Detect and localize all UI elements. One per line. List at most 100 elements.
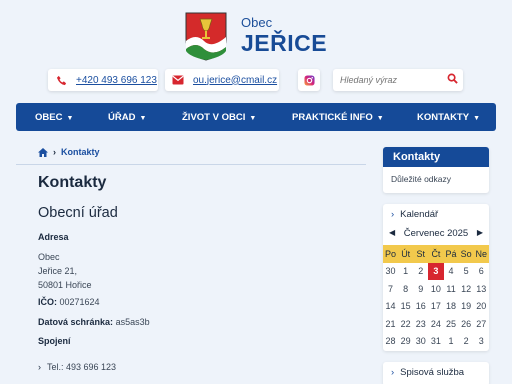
weekday: Ne [473,245,489,263]
chevron-right-icon: › [391,209,395,220]
crest-logo [185,12,227,61]
ico-row: IČO: 00271624 [38,297,100,307]
tel-text: Tel.: 493 696 123 [47,362,117,372]
calendar-day[interactable]: 22 [398,315,413,333]
calendar-day[interactable]: 19 [459,298,474,316]
nav-item-label: OBEC [35,111,63,123]
chevron-down-icon: ▼ [139,114,147,122]
calendar-day[interactable]: 1 [444,333,459,351]
weekday: St [413,245,429,263]
week-row: 14 15 16 17 18 19 20 [383,298,489,316]
calendar-day-today[interactable]: 3 [428,262,444,280]
calendar-day[interactable]: 15 [398,298,413,316]
connection-label: Spojení [38,336,71,346]
phone-contact: +420 493 696 123 [48,69,158,91]
calendar-day[interactable]: 30 [413,333,428,351]
email-contact: ou.jerice@cmail.cz [165,69,279,91]
calendar-day[interactable]: 28 [383,333,398,351]
calendar-day[interactable]: 13 [474,280,489,298]
chevron-down-icon: ▼ [249,114,257,122]
calendar-day[interactable]: 17 [428,298,443,316]
calendar-day[interactable]: 11 [444,280,459,298]
chevron-right-icon: › [38,362,41,372]
calendar-day[interactable]: 3 [474,333,489,351]
calendar-day[interactable]: 8 [398,280,413,298]
calendar-day[interactable]: 30 [383,263,398,281]
sidebar-contacts-title[interactable]: Kontakty [383,147,489,167]
calendar-day[interactable]: 29 [398,333,413,351]
sidebar-contacts-card: Kontakty Důležité odkazy [383,147,489,193]
phone-link[interactable]: +420 493 696 123 [76,75,157,86]
calendar-day[interactable]: 14 [383,298,398,316]
calendar-day[interactable]: 12 [459,280,474,298]
calendar-day[interactable]: 16 [413,298,428,316]
calendar-month-bar: ◀ Červenec 2025 ▶ [383,228,489,239]
tel-item[interactable]: › Tel.: 493 696 123 [38,362,116,372]
nav-item-label: ŽIVOT V OBCI [182,111,246,123]
site-brand[interactable]: Obec JEŘICE [184,10,327,62]
prev-month-icon[interactable]: ◀ [389,228,395,237]
weekday-row: Po Út St Čt Pá So Ne [383,245,489,263]
home-icon[interactable] [38,147,48,157]
spis-sluzba-card[interactable]: › Spisová služba [383,362,489,384]
weekday: So [458,245,474,263]
calendar-day[interactable]: 5 [459,263,474,281]
address-line-1: Obec [38,252,60,262]
week-row: 30 1 2 3 4 5 6 [383,262,489,281]
calendar-day[interactable]: 7 [383,280,398,298]
week-row: 28 29 30 31 1 2 3 [383,333,489,351]
calendar-day[interactable]: 1 [398,263,413,281]
calendar-day[interactable]: 18 [444,298,459,316]
brand-title: JEŘICE [241,30,328,56]
calendar-day[interactable]: 9 [413,280,428,298]
calendar-day[interactable]: 10 [428,280,443,298]
nav-item-kontakty[interactable]: KONTAKTY ▼ [417,103,480,131]
nav-item-obec[interactable]: OBEC ▼ [35,103,73,131]
mail-icon [171,73,185,87]
nav-item-label: PRAKTICKÉ INFO [292,111,373,123]
weekday: Čt [428,245,444,263]
email-link[interactable]: ou.jerice@cmail.cz [193,75,277,86]
calendar-month: Červenec 2025 [403,228,469,239]
chevron-down-icon: ▼ [473,114,481,122]
calendar-day[interactable]: 24 [428,315,443,333]
instagram-icon [303,74,315,86]
week-row: 7 8 9 10 11 12 13 [383,280,489,298]
breadcrumb-current[interactable]: Kontakty [61,147,100,157]
search-icon[interactable] [447,73,458,87]
address-line-3: 50801 Hořice [38,280,92,290]
calendar-title[interactable]: › Kalendář [391,209,438,220]
important-links-link[interactable]: Důležité odkazy [383,167,489,193]
phone-icon [54,73,68,87]
search-bar [333,69,463,91]
chevron-down-icon: ▼ [66,114,74,122]
calendar-day[interactable]: 20 [474,298,489,316]
calendar-day[interactable]: 2 [413,263,428,281]
nav-item-urad[interactable]: ÚŘAD ▼ [108,103,146,131]
calendar-day[interactable]: 21 [383,315,398,333]
calendar-day[interactable]: 31 [428,333,443,351]
calendar-day[interactable]: 6 [474,263,489,281]
calendar-day[interactable]: 25 [444,315,459,333]
calendar-day[interactable]: 26 [459,315,474,333]
ico-label: IČO: [38,297,57,307]
calendar-day[interactable]: 23 [413,315,428,333]
instagram-link[interactable] [298,69,320,91]
chevron-down-icon: ▼ [376,114,384,122]
weekday: Po [383,245,399,263]
calendar-grid: Po Út St Čt Pá So Ne 30 1 2 3 4 5 6 7 8 … [383,245,489,350]
search-input[interactable] [340,75,440,85]
page-title: Kontakty [38,174,107,191]
week-row: 21 22 23 24 25 26 27 [383,315,489,333]
next-month-icon[interactable]: ▶ [477,228,483,237]
spis-sluzba-title: › Spisová služba [391,367,464,378]
nav-item-zivot-v-obci[interactable]: ŽIVOT V OBCI ▼ [182,103,256,131]
calendar-day[interactable]: 4 [444,263,459,281]
ds-value: as5as3b [115,317,150,327]
nav-item-label: ÚŘAD [108,111,136,123]
calendar-day[interactable]: 2 [459,333,474,351]
ds-row: Datová schránka: as5as3b [38,317,150,327]
ds-label: Datová schránka: [38,317,114,327]
nav-item-prakticke-info[interactable]: PRAKTICKÉ INFO ▼ [292,103,384,131]
calendar-day[interactable]: 27 [474,315,489,333]
